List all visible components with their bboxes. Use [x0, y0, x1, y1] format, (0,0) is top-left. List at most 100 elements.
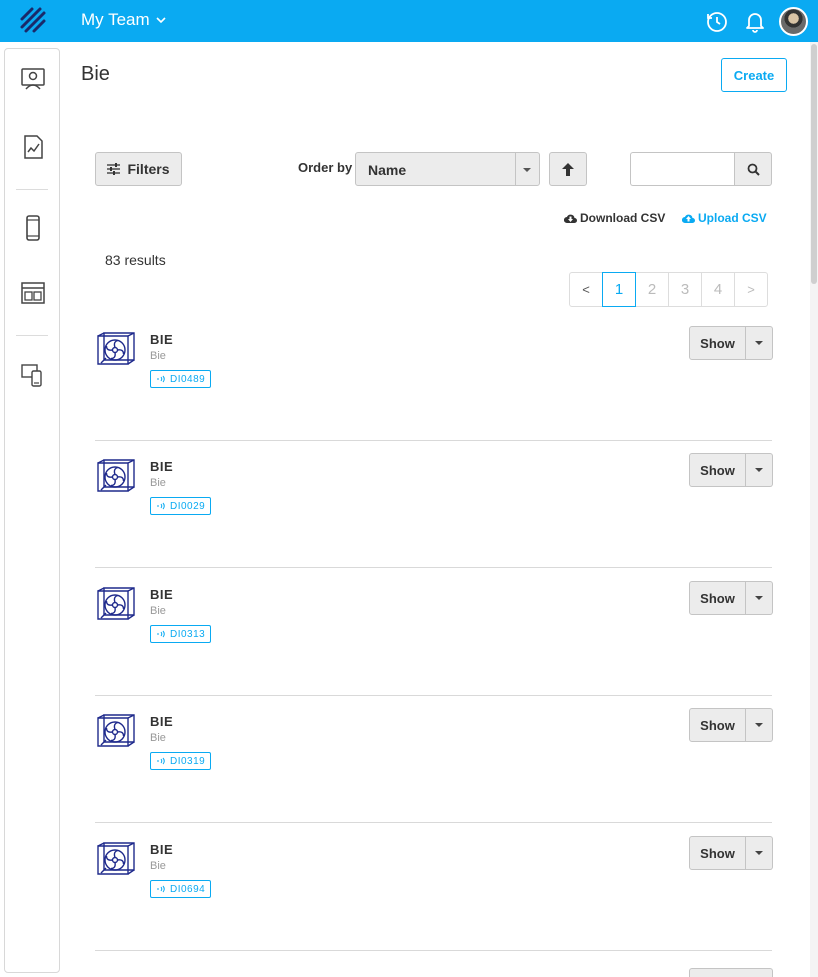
- filters-button[interactable]: Filters: [95, 152, 182, 186]
- arrow-up-icon: [562, 162, 574, 176]
- item-title[interactable]: BIE: [150, 459, 173, 474]
- pagination: < 1 2 3 4 >: [569, 272, 768, 307]
- caret-down-icon: [523, 168, 531, 172]
- show-split-button: Show: [689, 326, 773, 360]
- item-subtitle: Bie: [150, 605, 166, 617]
- item-subtitle: Bie: [150, 350, 166, 362]
- list-item: BIE Bie DI0489 Show: [95, 314, 773, 441]
- signal-icon: [157, 885, 165, 893]
- signal-icon: [157, 375, 165, 383]
- item-subtitle: Bie: [150, 860, 166, 872]
- device-id-tag[interactable]: DI0029: [150, 497, 212, 515]
- upload-csv-link[interactable]: Upload CSV: [682, 211, 767, 225]
- list-item: BIE Bie DI0313 Show: [95, 569, 773, 696]
- device-id: DI0694: [170, 883, 206, 895]
- item-subtitle: Bie: [150, 732, 166, 744]
- caret-down-icon: [755, 596, 763, 600]
- device-fan-icon: [97, 714, 135, 747]
- item-subtitle: Bie: [150, 477, 166, 489]
- list-item: BIE Bie DI0694 Show: [95, 824, 773, 951]
- bell-icon[interactable]: [743, 9, 767, 33]
- show-button[interactable]: Show: [689, 326, 746, 360]
- team-selector[interactable]: My Team: [81, 10, 166, 30]
- search-input[interactable]: [630, 152, 735, 186]
- download-csv-label: Download CSV: [580, 211, 666, 225]
- scrollbar-thumb[interactable]: [811, 44, 817, 284]
- monitor-user-icon[interactable]: [19, 65, 47, 93]
- show-dropdown-toggle[interactable]: [746, 836, 773, 870]
- item-title[interactable]: BIE: [150, 842, 173, 857]
- cloud-upload-icon: [682, 214, 695, 223]
- divider: [95, 567, 772, 568]
- dashboard-layout-icon[interactable]: [19, 279, 47, 307]
- sliders-icon: [107, 163, 121, 175]
- show-split-button: Show: [689, 581, 773, 615]
- show-split-button: Show: [689, 453, 773, 487]
- pagination-page[interactable]: 1: [602, 272, 636, 307]
- chart-report-icon[interactable]: [19, 133, 47, 161]
- order-by-select[interactable]: Name: [355, 152, 540, 186]
- pagination-page[interactable]: 2: [635, 272, 669, 307]
- item-title[interactable]: BIE: [150, 332, 173, 347]
- cloud-download-icon: [564, 214, 577, 223]
- avatar[interactable]: [779, 7, 808, 36]
- upload-csv-label: Upload CSV: [698, 211, 767, 225]
- show-dropdown-toggle[interactable]: [746, 581, 773, 615]
- device-id-tag[interactable]: DI0319: [150, 752, 212, 770]
- caret-down-icon: [755, 468, 763, 472]
- list-item: BIE Bie DI0319 Show: [95, 696, 773, 823]
- devices-icon[interactable]: [19, 361, 47, 389]
- show-button[interactable]: Show: [689, 453, 746, 487]
- show-split-button-partial[interactable]: [689, 968, 773, 977]
- pagination-prev[interactable]: <: [569, 272, 603, 307]
- device-id-tag[interactable]: DI0694: [150, 880, 212, 898]
- signal-icon: [157, 502, 165, 510]
- divider: [95, 822, 772, 823]
- create-button[interactable]: Create: [721, 58, 787, 92]
- team-label: My Team: [81, 10, 150, 29]
- filters-label: Filters: [127, 161, 170, 177]
- top-bar: My Team: [0, 0, 818, 42]
- caret-down-icon: [755, 723, 763, 727]
- search-button[interactable]: [734, 152, 772, 186]
- show-dropdown-toggle[interactable]: [746, 708, 773, 742]
- show-button[interactable]: Show: [689, 836, 746, 870]
- sort-direction-button[interactable]: [549, 152, 587, 186]
- device-fan-icon: [97, 459, 135, 492]
- item-title[interactable]: BIE: [150, 714, 173, 729]
- signal-icon: [157, 757, 165, 765]
- results-count: 83 results: [105, 252, 166, 268]
- sidebar-divider: [16, 335, 48, 336]
- page-title: Bie: [81, 63, 110, 85]
- search-icon: [747, 163, 760, 176]
- device-fan-icon: [97, 842, 135, 875]
- show-button[interactable]: Show: [689, 581, 746, 615]
- pagination-next[interactable]: >: [734, 272, 768, 307]
- sidebar: [4, 48, 60, 973]
- device-id: DI0489: [170, 373, 206, 385]
- item-title[interactable]: BIE: [150, 587, 173, 602]
- sidebar-divider: [16, 189, 48, 190]
- show-split-button: Show: [689, 708, 773, 742]
- smartphone-icon[interactable]: [19, 214, 47, 242]
- device-id: DI0319: [170, 755, 206, 767]
- history-icon[interactable]: [705, 9, 729, 33]
- order-by-value: Name: [368, 162, 407, 178]
- device-fan-icon: [97, 587, 135, 620]
- device-id: DI0029: [170, 500, 206, 512]
- order-by-label: Order by: [298, 160, 353, 175]
- show-button[interactable]: Show: [689, 708, 746, 742]
- caret-down-icon: [755, 851, 763, 855]
- signal-icon: [157, 630, 165, 638]
- show-dropdown-toggle[interactable]: [746, 326, 773, 360]
- download-csv-link[interactable]: Download CSV: [564, 211, 665, 225]
- divider: [95, 950, 772, 951]
- chevron-down-icon: [156, 17, 166, 24]
- pagination-page[interactable]: 4: [701, 272, 735, 307]
- device-id-tag[interactable]: DI0489: [150, 370, 212, 388]
- device-id-tag[interactable]: DI0313: [150, 625, 212, 643]
- device-fan-icon: [97, 332, 135, 365]
- pagination-page[interactable]: 3: [668, 272, 702, 307]
- logo-icon[interactable]: [18, 5, 48, 35]
- show-dropdown-toggle[interactable]: [746, 453, 773, 487]
